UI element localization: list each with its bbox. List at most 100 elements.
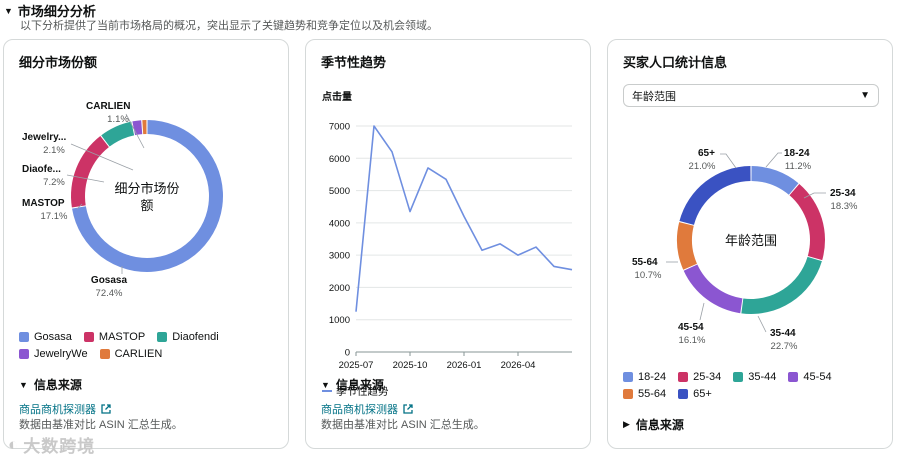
source-toggle[interactable]: ▶ 信息来源	[623, 416, 684, 433]
leader-line	[699, 302, 705, 321]
slice-percent: 11.2%	[785, 161, 812, 172]
leader-line	[765, 152, 782, 168]
data-point[interactable]	[426, 166, 430, 170]
data-point[interactable]	[570, 268, 574, 272]
legend-swatch	[19, 348, 29, 359]
slice-percent: 17.1%	[41, 211, 68, 222]
caret-down-icon: ▼	[19, 379, 28, 390]
slice-label: 18-24	[784, 148, 810, 159]
source-toggle[interactable]: ▼ 信息来源	[19, 376, 82, 393]
source-title: 信息来源	[335, 378, 384, 392]
segment-share-legend: Gosasa MASTOP Diaofendi JewelryWe CARLIEN	[19, 328, 284, 362]
external-link-icon	[403, 404, 413, 414]
donut-slice-45-54[interactable]	[683, 264, 743, 314]
legend-item[interactable]: 18-24	[623, 368, 666, 385]
legend-swatch	[157, 331, 168, 342]
age-range-donut-chart: 年龄范围 18-24 11.2% 25-34 18.3% 35-44 22.7% 45-54 1…	[632, 148, 858, 352]
data-point[interactable]	[552, 264, 556, 268]
slice-percent: 10.7%	[635, 270, 662, 281]
slice-percent: 7.2%	[43, 177, 65, 188]
legend-label: 35-44	[748, 370, 777, 383]
legend-item[interactable]: 25-34	[678, 368, 721, 385]
donut-slice-jewelrywe[interactable]	[132, 120, 143, 136]
slice-percent: 21.0%	[689, 161, 716, 172]
legend-swatch	[83, 331, 94, 342]
legend-item[interactable]: 55-64	[623, 385, 666, 402]
segment-share-card: 细分市场份额 细分市场份额 Gosasa 72.4% MASTOP 17.1% Diaof…	[3, 39, 289, 449]
source-toggle[interactable]: ▼ 信息来源	[321, 376, 384, 393]
slice-percent: 2.1%	[43, 145, 65, 156]
data-point[interactable]	[516, 253, 520, 257]
segment-share-donut-chart: 细分市场份额 Gosasa 72.4% MASTOP 17.1% Diaofe... 7.2…	[22, 101, 223, 299]
legend-swatch	[99, 348, 110, 359]
legend-item[interactable]: MASTOP	[83, 328, 146, 345]
data-point[interactable]	[354, 310, 358, 314]
data-point[interactable]	[498, 242, 502, 246]
donut-slice-25-34[interactable]	[789, 183, 825, 261]
slice-label: 35-44	[770, 328, 796, 339]
legend-swatch	[733, 371, 744, 382]
legend-label: 65+	[693, 387, 712, 400]
legend-swatch	[678, 371, 689, 382]
leader-line	[757, 315, 767, 333]
data-point[interactable]	[480, 248, 484, 252]
y-axis-label: 点击量	[322, 90, 352, 103]
legend-item[interactable]: 35-44	[733, 368, 776, 385]
source-link[interactable]: 商品商机探测器	[321, 401, 413, 417]
watermark: ◐ 大数跨境	[8, 432, 95, 457]
legend-item[interactable]: JewelryWe	[19, 345, 88, 362]
slice-label: 65+	[698, 148, 715, 159]
y-tick-label: 3000	[329, 251, 350, 262]
donut-slice-diaofendi[interactable]	[101, 121, 135, 147]
donut-slice-carlien[interactable]	[142, 120, 147, 135]
demographic-dropdown[interactable]: 年龄范围 ▼	[623, 84, 879, 107]
source-note: 数据由基准对比 ASIN 汇总生成。	[19, 419, 183, 431]
card-title: 细分市场份额	[19, 55, 98, 70]
source-note: 数据由基准对比 ASIN 汇总生成。	[321, 419, 485, 431]
slice-percent: 22.7%	[771, 341, 798, 352]
caret-right-icon: ▶	[623, 419, 630, 429]
data-point[interactable]	[462, 214, 466, 218]
legend-item[interactable]: 65+	[678, 385, 712, 402]
data-point[interactable]	[534, 245, 538, 249]
legend-swatch	[788, 371, 799, 382]
donut-slice-35-44[interactable]	[741, 256, 822, 314]
source-link[interactable]: 商品商机探测器	[19, 401, 111, 417]
donut-slice-55-64[interactable]	[677, 222, 697, 270]
slice-percent: 18.3%	[831, 201, 858, 212]
legend-item[interactable]: 45-54	[788, 368, 832, 385]
slice-label: Gosasa	[91, 275, 128, 286]
source-link-text[interactable]: 商品商机探测器	[321, 401, 398, 417]
legend-label: Gosasa	[34, 330, 72, 343]
age-range-legend: 18-24 25-34 35-44 45-54 55-64 65+	[623, 368, 888, 402]
legend-item[interactable]: Diaofendi	[157, 328, 219, 345]
legend-label: MASTOP	[98, 330, 146, 343]
y-tick-label: 7000	[329, 122, 350, 133]
data-point[interactable]	[408, 210, 412, 214]
data-point[interactable]	[444, 177, 448, 181]
legend-label: 25-34	[693, 370, 722, 383]
watermark-logo-icon: ◐	[8, 434, 20, 454]
seasonal-trend-line-chart: 点击量 0 1000 2000 3000 4000 5000 6000 7000 2025-07 2…	[322, 90, 574, 398]
legend-item[interactable]: Gosasa	[19, 328, 72, 345]
chevron-down-icon: ▼	[860, 90, 870, 101]
legend-swatch	[623, 388, 633, 399]
x-tick-label: 2025-07	[339, 360, 374, 371]
legend-swatch	[19, 331, 29, 342]
y-tick-label: 1000	[329, 315, 350, 326]
donut-slice-65-[interactable]	[679, 166, 751, 225]
legend-item[interactable]: CARLIEN	[99, 345, 162, 362]
y-tick-label: 6000	[329, 154, 350, 165]
legend-label: 45-54	[803, 370, 832, 383]
buyer-demographics-card: 买家人口统计信息 年龄范围 ▼ 年龄范围 18-24 11.2% 25-34 18.3%…	[607, 39, 893, 449]
x-tick-label: 2025-10	[393, 360, 428, 371]
data-point[interactable]	[372, 124, 376, 128]
data-point[interactable]	[390, 150, 394, 154]
source-title: 信息来源	[635, 418, 684, 432]
x-tick-label: 2026-01	[447, 360, 482, 371]
series-line[interactable]	[355, 125, 573, 312]
slice-percent: 72.4%	[96, 288, 123, 299]
legend-label: 55-64	[638, 387, 667, 400]
source-link-text[interactable]: 商品商机探测器	[19, 401, 96, 417]
x-tick-label: 2026-04	[501, 360, 536, 371]
